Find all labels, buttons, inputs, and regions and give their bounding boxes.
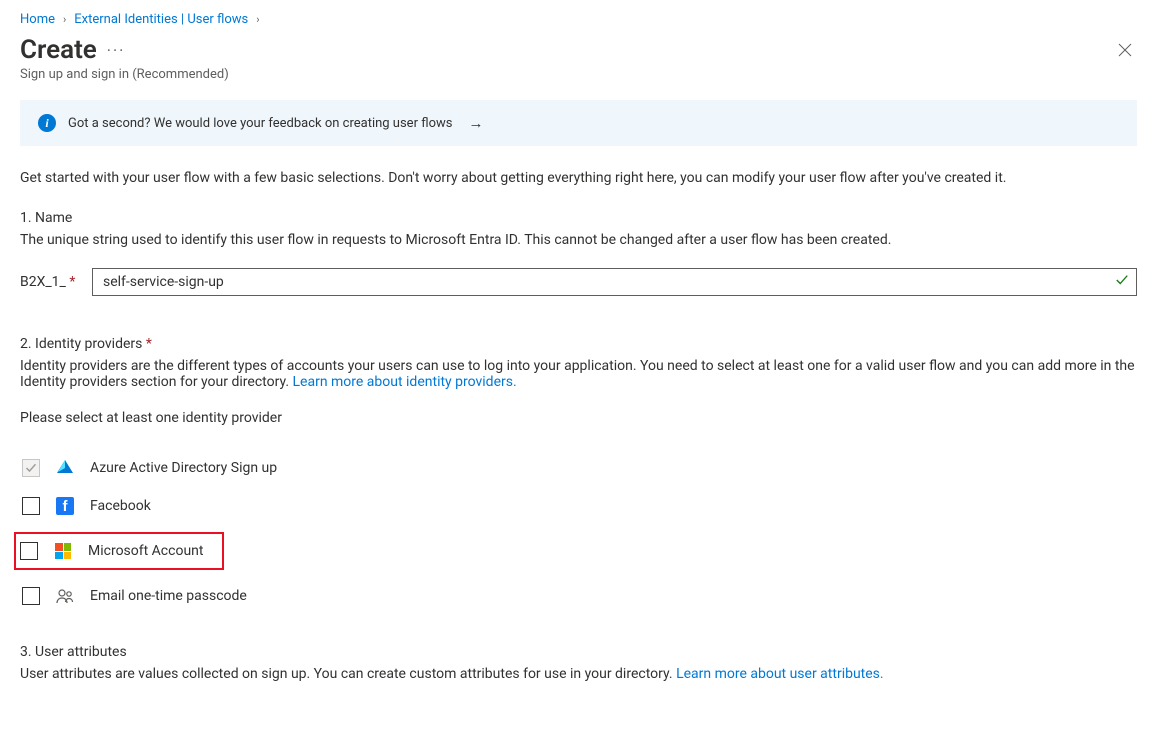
idp-label: Facebook (90, 498, 151, 514)
chevron-right-icon: › (256, 13, 259, 26)
section-idp-title: 2. Identity providers * (20, 336, 1137, 352)
feedback-text: Got a second? We would love your feedbac… (68, 116, 452, 131)
name-input-row: B2X_1_ * (20, 268, 1137, 296)
idp-label: Microsoft Account (88, 543, 203, 559)
checkmark-icon (1115, 273, 1129, 291)
learn-more-attributes-link[interactable]: Learn more about user attributes. (676, 666, 884, 682)
required-asterisk: * (69, 274, 75, 290)
idp-list: Azure Active Directory Sign up f Faceboo… (20, 456, 1137, 608)
name-prefix: B2X_1_ * (20, 274, 92, 290)
name-input[interactable] (92, 268, 1137, 296)
feedback-banner: i Got a second? We would love your feedb… (20, 100, 1137, 146)
azure-ad-icon (56, 459, 74, 477)
close-button[interactable] (1113, 38, 1137, 62)
chevron-right-icon: › (63, 13, 66, 26)
breadcrumb: Home › External Identities | User flows … (20, 12, 1137, 27)
page-subtitle: Sign up and sign in (Recommended) (20, 67, 1137, 82)
email-otp-icon (56, 587, 74, 605)
section-attributes-desc: User attributes are values collected on … (20, 666, 1137, 682)
section-attributes-title: 3. User attributes (20, 644, 1137, 660)
close-icon (1117, 42, 1133, 58)
feedback-arrow-link[interactable]: → (468, 114, 483, 132)
idp-item-microsoft-account: Microsoft Account (14, 532, 224, 570)
learn-more-idp-link[interactable]: Learn more about identity providers. (293, 374, 517, 390)
page-title: Create (20, 35, 97, 65)
info-icon: i (38, 114, 56, 132)
section-name-desc: The unique string used to identify this … (20, 232, 1137, 248)
idp-label: Azure Active Directory Sign up (90, 460, 277, 476)
intro-text: Get started with your user flow with a f… (20, 170, 1137, 186)
section-idp-desc: Identity providers are the different typ… (20, 358, 1137, 390)
breadcrumb-external-identities[interactable]: External Identities | User flows (74, 12, 248, 27)
microsoft-icon (54, 542, 72, 560)
checkbox-microsoft-account[interactable] (20, 542, 38, 560)
idp-item-facebook: f Facebook (20, 494, 1137, 518)
breadcrumb-home[interactable]: Home (20, 12, 55, 27)
required-asterisk: * (146, 336, 152, 352)
idp-instruction: Please select at least one identity prov… (20, 410, 1137, 426)
facebook-icon: f (56, 497, 74, 515)
idp-item-aad: Azure Active Directory Sign up (20, 456, 1137, 480)
idp-label: Email one-time passcode (90, 588, 247, 604)
idp-item-email-otp: Email one-time passcode (20, 584, 1137, 608)
checkbox-aad (22, 459, 40, 477)
checkbox-email-otp[interactable] (22, 587, 40, 605)
checkbox-facebook[interactable] (22, 497, 40, 515)
more-options-icon[interactable]: ··· (107, 41, 126, 60)
title-row: Create ··· (20, 35, 1137, 65)
section-name-title: 1. Name (20, 210, 1137, 226)
